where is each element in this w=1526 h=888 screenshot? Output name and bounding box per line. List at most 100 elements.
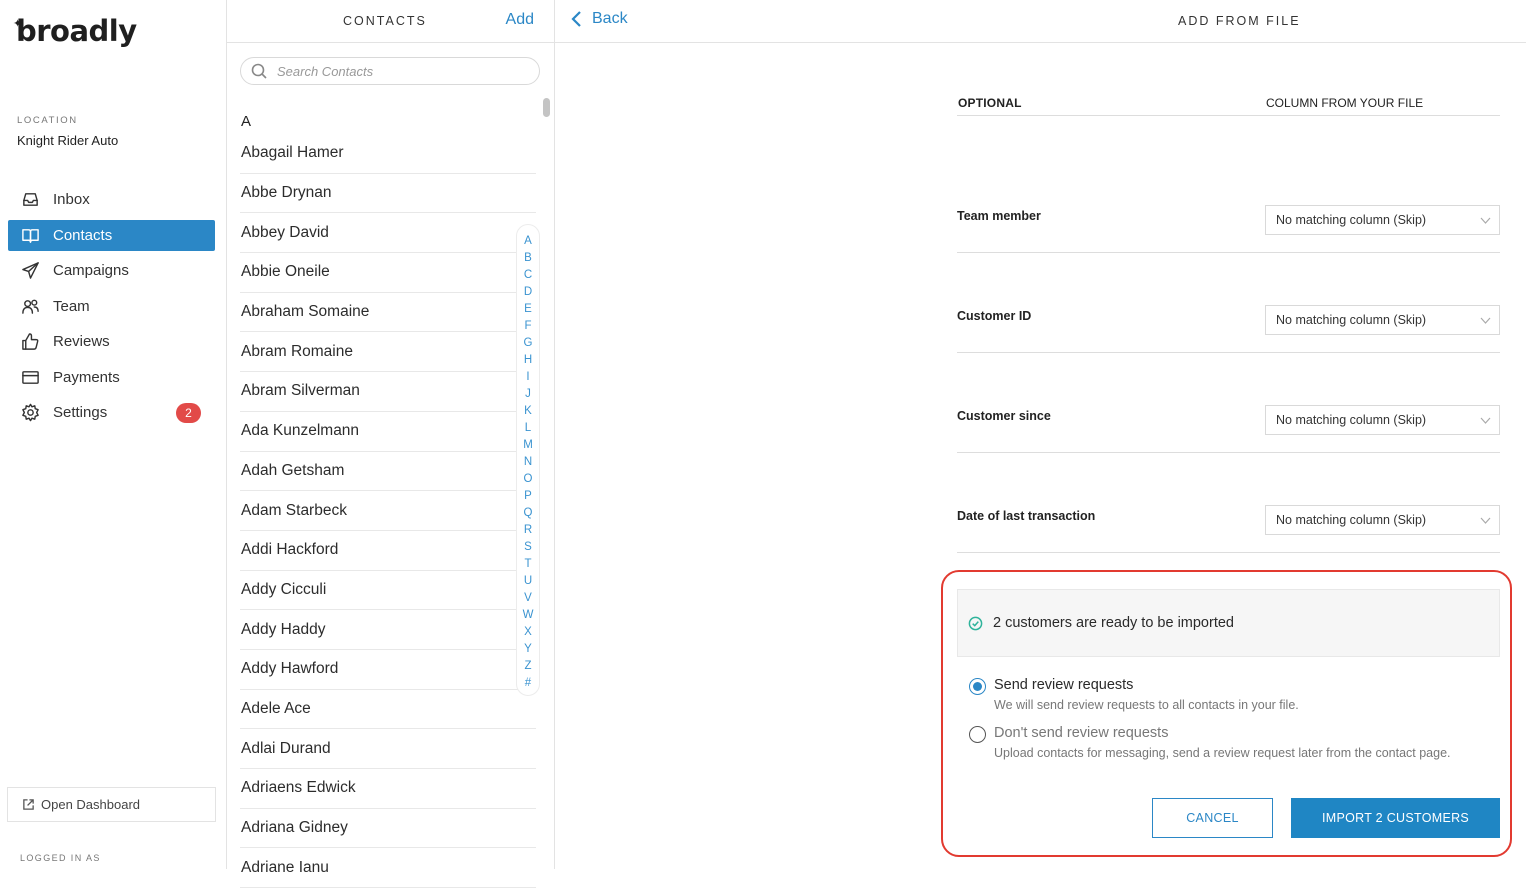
contact-list: Abagail Hamer Abbe Drynan Abbey David Abbie…: [240, 134, 536, 888]
alphabet-letter[interactable]: E: [524, 301, 532, 318]
search-input[interactable]: [277, 63, 517, 79]
location-label: LOCATION: [17, 115, 78, 126]
external-link-icon: [23, 799, 34, 810]
open-dashboard-label: Open Dashboard: [41, 797, 141, 812]
alphabet-letter[interactable]: N: [524, 454, 532, 471]
sidebar-item-settings[interactable]: Settings 2: [8, 397, 215, 428]
alphabet-letter[interactable]: O: [524, 471, 533, 488]
alphabet-letter[interactable]: X: [524, 624, 532, 641]
option-title: Don't send review requests: [994, 725, 1169, 741]
location-value[interactable]: Knight Rider Auto: [17, 133, 118, 148]
section-letter: A: [241, 113, 252, 130]
option-description: Upload contacts for messaging, send a re…: [994, 746, 1451, 760]
chevron-left-icon: [571, 11, 581, 27]
alphabet-letter[interactable]: F: [524, 318, 531, 335]
alphabet-letter[interactable]: M: [523, 437, 533, 454]
sidebar-item-reviews[interactable]: Reviews: [8, 326, 215, 357]
contact-row[interactable]: Abbie Oneile: [240, 253, 536, 293]
alphabet-letter[interactable]: P: [524, 488, 532, 505]
alphabet-letter[interactable]: Z: [524, 658, 531, 675]
page-title: ADD FROM FILE: [1178, 14, 1301, 28]
mapping-row-customer-since: Customer since No matching column (Skip): [957, 353, 1500, 453]
dont-send-reviews-radio[interactable]: [969, 726, 986, 743]
alphabet-index: A B C D E F G H I J K L M N O P Q R S T U V W X Y Z #: [516, 224, 540, 696]
alphabet-letter[interactable]: L: [525, 420, 531, 437]
column-select[interactable]: No matching column (Skip): [1265, 305, 1500, 335]
column-select[interactable]: No matching column (Skip): [1265, 405, 1500, 435]
scrollbar-thumb[interactable]: [543, 98, 550, 117]
contacts-panel: CONTACTS Add A Abagail HamerAbbe DrynanA…: [227, 0, 555, 888]
contact-row[interactable]: Abram Silverman: [240, 372, 536, 412]
sidebar-item-inbox[interactable]: Inbox: [8, 184, 215, 215]
sidebar-item-label: Payments: [53, 368, 120, 386]
contact-row[interactable]: Adlai Durand: [240, 729, 536, 769]
alphabet-letter[interactable]: C: [524, 267, 532, 284]
contact-row[interactable]: Adah Getsham: [240, 452, 536, 492]
contact-row[interactable]: Abagail Hamer: [240, 134, 536, 174]
contact-row[interactable]: Abbey David: [240, 213, 536, 254]
alphabet-letter[interactable]: J: [525, 386, 531, 403]
contact-row[interactable]: Ada Kunzelmann: [240, 412, 536, 452]
import-customers-button[interactable]: IMPORT 2 CUSTOMERS: [1291, 798, 1500, 838]
select-value: No matching column (Skip): [1276, 313, 1427, 327]
alphabet-letter[interactable]: T: [524, 556, 531, 573]
alphabet-letter[interactable]: S: [524, 539, 532, 556]
alphabet-letter[interactable]: I: [526, 369, 529, 386]
users-icon: [20, 296, 40, 316]
contact-row[interactable]: Adele Ace: [240, 690, 536, 730]
contact-row[interactable]: Abbe Drynan: [240, 174, 536, 214]
contact-row[interactable]: Adam Starbeck: [240, 491, 536, 531]
alphabet-letter[interactable]: W: [523, 607, 534, 624]
sidebar-item-campaigns[interactable]: Campaigns: [8, 255, 215, 286]
sparkle-icon: ✦: [13, 17, 22, 30]
alphabet-letter[interactable]: K: [524, 403, 532, 420]
file-column-header: COLUMN FROM YOUR FILE: [1266, 96, 1424, 110]
send-reviews-radio[interactable]: [969, 678, 986, 695]
alphabet-letter[interactable]: A: [524, 233, 532, 250]
alphabet-letter[interactable]: Y: [524, 641, 532, 658]
contact-row[interactable]: Addi Hackford: [240, 531, 536, 571]
contact-row[interactable]: Addy Cicculi: [240, 571, 536, 611]
field-label: Customer since: [957, 409, 1051, 423]
sidebar-item-contacts[interactable]: Contacts: [8, 219, 215, 251]
chevron-down-icon: [1480, 517, 1491, 524]
alphabet-letter[interactable]: #: [525, 675, 531, 692]
alphabet-letter[interactable]: G: [524, 335, 533, 352]
field-label: Date of last transaction: [957, 509, 1096, 523]
sidebar-item-payments[interactable]: Payments: [8, 362, 215, 393]
main-panel: Back ADD FROM FILE OPTIONAL COLUMN FROM …: [555, 0, 1526, 869]
field-label: Team member: [957, 209, 1041, 223]
contact-row[interactable]: Addy Haddy: [240, 610, 536, 650]
alphabet-letter[interactable]: D: [524, 284, 532, 301]
back-label: Back: [592, 10, 628, 27]
contact-row[interactable]: Adriaens Edwick: [240, 769, 536, 809]
ready-banner: 2 customers are ready to be imported: [957, 589, 1500, 657]
column-select[interactable]: No matching column (Skip): [1265, 205, 1500, 235]
add-contact-button[interactable]: Add: [506, 11, 534, 29]
column-select[interactable]: No matching column (Skip): [1265, 505, 1500, 535]
alphabet-letter[interactable]: Q: [524, 505, 533, 522]
mapping-row-customer-id: Customer ID No matching column (Skip): [957, 253, 1500, 353]
logged-in-label: LOGGED IN AS: [20, 853, 101, 863]
back-button[interactable]: Back: [569, 10, 628, 28]
sidebar-item-team[interactable]: Team: [8, 291, 215, 322]
broadly-logo[interactable]: ✦ broadly: [13, 14, 137, 48]
contact-row[interactable]: Adriane Ianu: [240, 848, 536, 888]
contact-row[interactable]: Abram Romaine: [240, 332, 536, 373]
alphabet-letter[interactable]: V: [524, 590, 532, 607]
thumbs-up-icon: [20, 332, 40, 352]
cancel-button[interactable]: CANCEL: [1152, 798, 1273, 838]
search-icon: [251, 63, 267, 79]
open-dashboard-button[interactable]: Open Dashboard: [7, 787, 216, 822]
check-circle-icon: [968, 616, 983, 630]
sidebar-item-label: Contacts: [53, 226, 113, 244]
contact-row[interactable]: Addy Hawford: [240, 650, 536, 690]
contact-row[interactable]: Abraham Somaine: [240, 293, 536, 333]
chevron-down-icon: [1480, 217, 1491, 224]
search-contacts[interactable]: [240, 57, 540, 85]
contact-row[interactable]: Adriana Gidney: [240, 809, 536, 849]
alphabet-letter[interactable]: R: [524, 522, 532, 539]
alphabet-letter[interactable]: U: [524, 573, 532, 590]
alphabet-letter[interactable]: H: [524, 352, 532, 369]
alphabet-letter[interactable]: B: [524, 250, 532, 267]
